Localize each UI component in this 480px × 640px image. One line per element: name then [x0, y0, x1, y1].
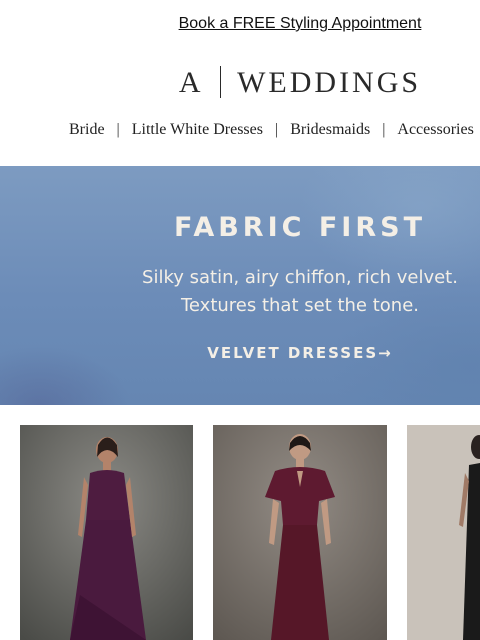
nav-divider: |: [274, 121, 279, 138]
black-dress-image: [407, 425, 480, 640]
nav-item-bride[interactable]: Bride: [69, 121, 105, 139]
product-card-burgundy-velvet-dress[interactable]: [213, 425, 387, 640]
logo-divider: [219, 66, 222, 98]
hero-subtitle: Silky satin, airy chiffon, rich velvet. …: [60, 264, 480, 320]
logo-a: A: [178, 66, 204, 99]
hero-banner[interactable]: FABRIC FIRST Silky satin, airy chiffon, …: [0, 166, 480, 405]
plum-dress-image: [20, 425, 193, 640]
nav-item-accessories[interactable]: Accessories: [397, 121, 473, 139]
promo-banner: Book a FREE Styling Appointment: [0, 0, 480, 52]
main-nav: Bride | Little White Dresses | Bridesmaids | A…: [69, 121, 474, 139]
velvet-dresses-link[interactable]: VELVET DRESSES→: [60, 344, 480, 362]
product-grid: [0, 425, 480, 640]
hero-subtitle-line-1: Silky satin, airy chiffon, rich velvet.: [142, 267, 458, 288]
hero-subtitle-line-2: Textures that set the tone.: [180, 295, 420, 316]
styling-appointment-link[interactable]: Book a FREE Styling Appointment: [0, 15, 480, 33]
product-card-plum-dress[interactable]: [20, 425, 193, 640]
nav-divider: |: [116, 121, 120, 138]
hero-title: FABRIC FIRST: [173, 212, 427, 243]
burgundy-velvet-dress-image: [213, 425, 387, 640]
nav-divider: |: [382, 121, 386, 138]
logo-weddings: WEDDINGS: [237, 66, 422, 99]
nav-item-little-white-dresses[interactable]: Little White Dresses: [132, 121, 263, 139]
brand-logo[interactable]: A WEDDINGS: [0, 66, 480, 100]
nav-item-bridesmaids[interactable]: Bridesmaids: [290, 121, 370, 139]
product-card-black-dress[interactable]: [407, 425, 480, 640]
